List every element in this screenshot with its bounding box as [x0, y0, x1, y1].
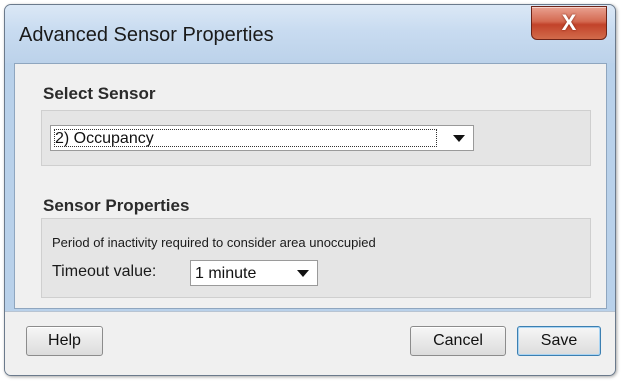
select-sensor-heading: Select Sensor	[43, 84, 156, 103]
sensor-properties-panel: Period of inactivity required to conside…	[41, 218, 591, 298]
chevron-down-icon[interactable]	[297, 270, 309, 277]
sensor-select[interactable]: 2) Occupancy	[50, 125, 474, 151]
dialog-content: Select Sensor 2) Occupancy Sensor Proper…	[14, 63, 607, 309]
timeout-label: Timeout value:	[52, 263, 157, 280]
dialog-footer: Help Cancel Save	[5, 311, 615, 375]
sensor-select-value: 2) Occupancy	[55, 130, 154, 147]
help-button[interactable]: Help	[26, 326, 103, 356]
chevron-down-icon[interactable]	[453, 135, 465, 142]
timeout-select[interactable]: 1 minute	[190, 260, 318, 286]
dialog-window: Advanced Sensor Properties X Select Sens…	[4, 4, 616, 376]
title-bar[interactable]: Advanced Sensor Properties X	[5, 5, 615, 63]
timeout-select-value: 1 minute	[195, 265, 257, 282]
dialog-title: Advanced Sensor Properties	[19, 24, 274, 46]
close-button[interactable]: X	[531, 6, 607, 40]
close-icon: X	[561, 10, 577, 35]
sensor-properties-heading: Sensor Properties	[43, 196, 190, 215]
cancel-button[interactable]: Cancel	[410, 326, 506, 356]
select-sensor-panel: 2) Occupancy	[41, 110, 591, 166]
inactivity-description: Period of inactivity required to conside…	[52, 235, 376, 250]
save-button[interactable]: Save	[517, 326, 601, 356]
